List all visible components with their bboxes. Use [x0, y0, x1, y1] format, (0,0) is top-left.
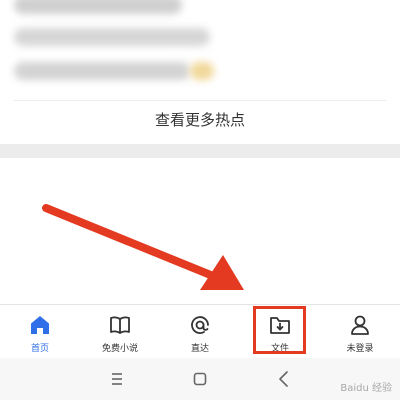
- tab-files-label: 文件: [270, 344, 289, 354]
- file-download-icon: [270, 317, 290, 334]
- book-icon: [110, 316, 130, 334]
- tab-not-logged-in-label: 未登录: [346, 344, 374, 354]
- blurred-news-item[interactable]: [14, 62, 190, 80]
- tab-home-label: 首页: [30, 344, 49, 354]
- tab-direct[interactable]: 直达: [160, 305, 240, 357]
- watermark-text: Baidu 经验: [340, 383, 392, 394]
- blurred-news-item[interactable]: [14, 28, 210, 46]
- tab-home[interactable]: 首页: [0, 305, 80, 357]
- section-separator: [0, 144, 400, 158]
- direct-icon: [191, 316, 209, 334]
- more-hot-topics-link[interactable]: 查看更多热点: [0, 106, 400, 134]
- tab-files[interactable]: 文件: [240, 305, 320, 357]
- browser-screen: 查看更多热点 首页 免费小说 直达 文件 未登录 Baidu 经验: [0, 0, 400, 400]
- back-icon[interactable]: [271, 366, 297, 392]
- tab-direct-label: 直达: [190, 344, 209, 354]
- list-divider: [14, 100, 386, 101]
- tab-free-novels[interactable]: 免费小说: [80, 305, 160, 357]
- bottom-tab-bar: 首页 免费小说 直达 文件 未登录: [0, 304, 400, 357]
- tab-free-novels-label: 免费小说: [101, 344, 138, 354]
- menu-icon[interactable]: [104, 366, 130, 392]
- home-square-icon[interactable]: [187, 366, 213, 392]
- user-icon: [351, 315, 369, 335]
- blurred-news-item[interactable]: [14, 0, 182, 14]
- home-icon: [31, 316, 49, 334]
- blurred-emoji-icon: [190, 62, 214, 80]
- tab-not-logged-in[interactable]: 未登录: [320, 305, 400, 357]
